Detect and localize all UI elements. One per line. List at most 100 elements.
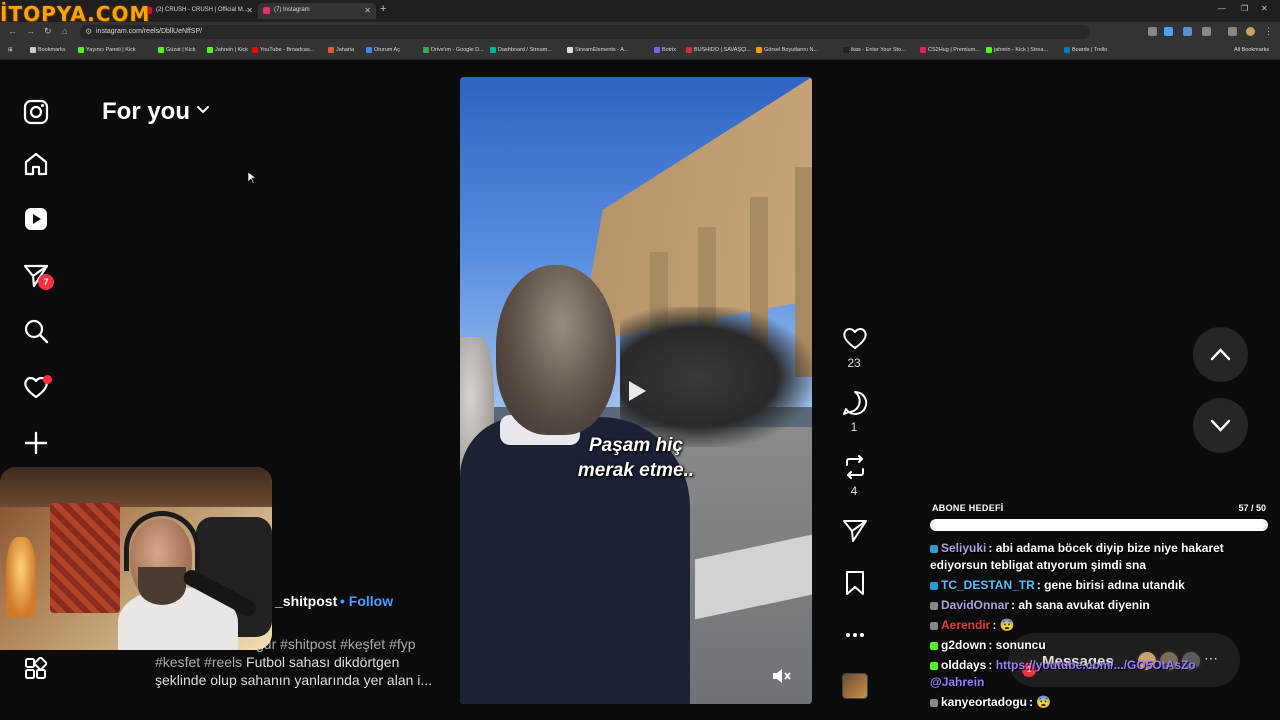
sub-goal-label: ABONE HEDEFİ	[932, 503, 1004, 513]
bookmark-item[interactable]: Güzat | Kick	[158, 47, 196, 53]
address-bar[interactable]: ⚙ instagram.com/reels/DbllUeNffSP/	[80, 25, 1090, 39]
more-options-icon[interactable]	[840, 620, 870, 650]
chat-username: DavidOnnar	[941, 598, 1010, 612]
post-description: Futbol sahası dikdörtgen	[242, 654, 400, 670]
bookmark-label: Bookmarks	[38, 47, 66, 53]
webcam-lamp	[6, 537, 36, 617]
site-info-icon[interactable]: ⚙	[85, 27, 92, 36]
post-description-line1: #kesfet #reels Futbol sahası dikdörtgen	[155, 654, 399, 670]
forward-icon[interactable]: →	[26, 26, 35, 36]
bookmark-favicon-icon	[78, 47, 84, 53]
bookmark-item[interactable]: Görsel Boyutlarını N...	[756, 47, 818, 53]
video-crowd	[620, 307, 812, 447]
webcam-wall-rug	[50, 503, 120, 613]
video-person-head	[496, 265, 616, 435]
webcam-shelf	[0, 467, 272, 507]
reel-video[interactable]: Paşam hiç merak etme..	[460, 77, 812, 704]
all-bookmarks-button[interactable]: All Bookmarks	[1226, 47, 1269, 53]
bookmark-label: Jahrein | Kick	[215, 47, 248, 53]
close-tab-icon[interactable]: ✕	[246, 6, 253, 15]
bookmark-item[interactable]: Yayıncı Paneli | Kick	[78, 47, 136, 53]
reload-icon[interactable]: ↻	[44, 26, 52, 37]
bookmark-item[interactable]: StreamElements - A...	[567, 47, 629, 53]
bookmark-item[interactable]: jahrein - Kick | Strea...	[986, 47, 1048, 53]
bookmark-favicon-icon	[423, 47, 429, 53]
extension-icon[interactable]	[1183, 27, 1192, 36]
like-heart-icon[interactable]	[840, 323, 870, 353]
comment-icon[interactable]	[840, 388, 870, 418]
headset-icon	[124, 511, 200, 571]
repost-icon[interactable]	[840, 452, 870, 482]
apps-grid-icon[interactable]: ⊞	[0, 47, 13, 53]
profile-avatar-icon[interactable]	[1246, 27, 1255, 36]
browser-toolbar: ← → ↻ ⌂ ⚙ instagram.com/reels/DbllUeNffS…	[0, 22, 1280, 42]
bookmark-item[interactable]: Jaharia	[328, 47, 354, 53]
like-count: 23	[847, 356, 861, 370]
side-panel-icon[interactable]	[1228, 27, 1237, 36]
share-icon[interactable]	[840, 516, 870, 546]
screen: (2) CRUSH - CRUSH | Official M... ✕ (7) …	[0, 0, 1280, 720]
browser-tab-bar: (2) CRUSH - CRUSH | Official M... ✕ (7) …	[0, 0, 1280, 26]
bookmark-item[interactable]: Botrix	[654, 47, 676, 53]
restore-icon[interactable]: ❐	[1241, 4, 1248, 13]
bookmark-item[interactable]: Boards | Trello	[1064, 47, 1107, 53]
previous-reel-button[interactable]	[1193, 327, 1248, 382]
audio-thumbnail[interactable]	[842, 673, 868, 699]
bookmark-favicon-icon	[920, 47, 926, 53]
close-tab-icon[interactable]: ✕	[364, 6, 371, 15]
video-caption-line1: Paşam hiç	[589, 435, 683, 456]
bookmark-item[interactable]: Drive'ım - Google D...	[423, 47, 484, 53]
tab-instagram[interactable]: (7) Instagram ✕	[258, 3, 376, 19]
bookmark-label: ikas - Enter Your Sto...	[851, 47, 906, 53]
direct-badge: 7	[38, 274, 54, 290]
search-icon[interactable]	[22, 317, 50, 345]
bookmark-label: BUSHIDO | SAVAŞÇI...	[694, 47, 752, 53]
chevron-down-icon[interactable]	[196, 103, 210, 117]
post-username[interactable]: _shitpost	[275, 593, 337, 609]
post-description-line2[interactable]: şeklinde olup sahanın yanlarında yer ala…	[155, 672, 432, 688]
extension-icon[interactable]	[1202, 27, 1211, 36]
follow-button[interactable]: • Follow	[340, 593, 393, 609]
extension-icon[interactable]	[1164, 27, 1173, 36]
save-bookmark-icon[interactable]	[840, 568, 870, 598]
chat-text: : 😨	[992, 618, 1015, 632]
home-browser-icon[interactable]: ⌂	[62, 26, 67, 36]
bookmarks-bar: Bookmarks Yayıncı Paneli | Kick Güzat | Ki…	[0, 42, 1280, 60]
create-icon[interactable]	[22, 429, 50, 457]
chat-message: olddays: https://youtube.com/.../GO5OtAs…	[930, 657, 1250, 691]
instagram-icon[interactable]	[22, 98, 50, 126]
next-reel-button[interactable]	[1193, 398, 1248, 453]
chat-badge-icon	[930, 642, 938, 650]
bookmark-favicon-icon	[1064, 47, 1070, 53]
bookmark-item[interactable]: Dashboard / Stream...	[490, 47, 552, 53]
chat-badge-icon	[930, 662, 938, 670]
bookmark-item[interactable]: Bookmarks	[30, 47, 66, 53]
bookmark-favicon-icon	[207, 47, 213, 53]
extension-icon[interactable]	[1148, 27, 1157, 36]
kebab-menu-icon[interactable]: ⋮	[1264, 26, 1273, 37]
bookmark-item[interactable]: ikas - Enter Your Sto...	[843, 47, 906, 53]
home-icon[interactable]	[22, 150, 50, 178]
more-grid-icon[interactable]	[24, 657, 48, 681]
feed-selector[interactable]: For you	[102, 98, 190, 126]
back-icon[interactable]: ←	[8, 26, 17, 36]
mute-icon[interactable]	[770, 665, 792, 687]
bookmark-favicon-icon	[567, 47, 573, 53]
tab-youtube[interactable]: (2) CRUSH - CRUSH | Official M... ✕	[140, 3, 258, 19]
bookmark-item[interactable]: Jahrein | Kick	[207, 47, 248, 53]
bookmark-item[interactable]: BUSHIDO | SAVAŞÇI...	[686, 47, 751, 53]
tab-title: (2) CRUSH - CRUSH | Official M...	[156, 7, 248, 13]
play-icon[interactable]	[626, 379, 648, 403]
new-tab-button[interactable]: +	[380, 3, 386, 15]
sub-goal-progress-bar	[930, 519, 1268, 531]
bookmark-item[interactable]: CS2Hug | Premium...	[920, 47, 980, 53]
chat-text: :	[988, 658, 996, 672]
bookmark-item[interactable]: Oturum Aç	[366, 47, 400, 53]
reels-icon[interactable]	[22, 205, 50, 233]
minimize-icon[interactable]: —	[1218, 4, 1226, 13]
video-caption-line2: merak etme..	[577, 460, 695, 481]
tab-title: (7) Instagram	[274, 7, 310, 13]
close-window-icon[interactable]: ✕	[1261, 4, 1268, 13]
chat-message: TC_DESTAN_TR: gene birisi adına utandık	[930, 577, 1250, 594]
bookmark-item[interactable]: YouTube - Broadcas...	[252, 47, 314, 53]
